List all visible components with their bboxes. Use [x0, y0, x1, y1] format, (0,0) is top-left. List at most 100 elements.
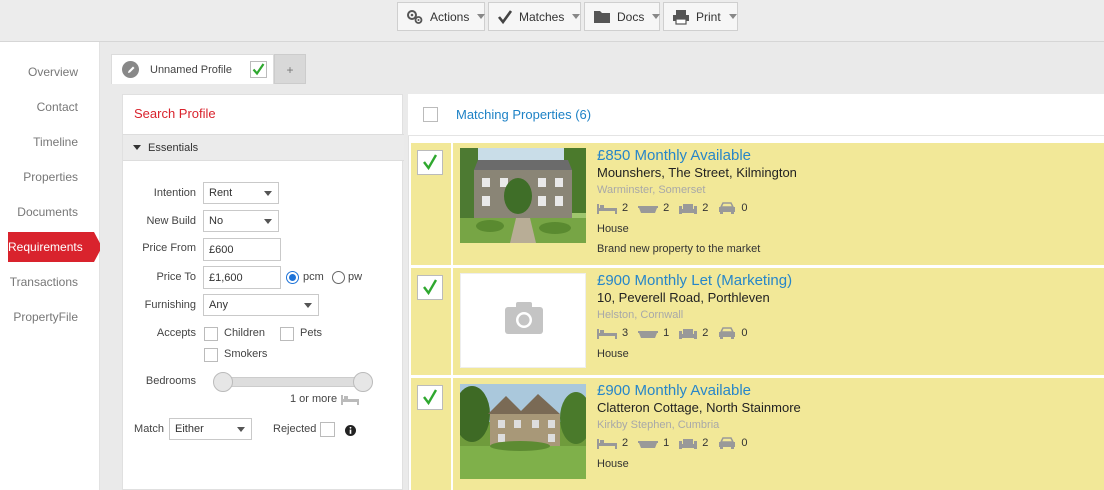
property-card-body: £850 Monthly Available Mounshers, The St… — [453, 143, 1104, 265]
property-location: Helston, Cornwall — [597, 309, 684, 321]
smokers-checkbox[interactable] — [204, 348, 218, 362]
sofa-icon — [679, 328, 698, 339]
bathrooms-stat: 1 — [638, 327, 669, 339]
property-description: Brand new property to the market — [597, 243, 761, 255]
parking-stat: 0 — [718, 437, 748, 449]
property-type: House — [597, 348, 629, 360]
essentials-section-header[interactable]: Essentials — [123, 134, 404, 161]
bath-icon — [638, 440, 659, 448]
matching-properties-header: Matching Properties (6) — [408, 94, 1104, 136]
property-photo[interactable] — [460, 148, 586, 243]
receptions-stat: 2 — [679, 437, 708, 449]
children-label: Children — [224, 327, 265, 339]
bathrooms-count: 2 — [663, 202, 670, 214]
parking-count: 0 — [741, 202, 748, 214]
pcm-radio[interactable] — [286, 271, 299, 284]
print-label: Print — [696, 9, 721, 24]
price-to-input[interactable]: £1,600 — [203, 266, 281, 289]
match-label: Match — [134, 423, 164, 435]
price-from-input[interactable]: £600 — [203, 238, 281, 261]
add-profile-tab[interactable]: + — [274, 54, 306, 84]
print-button[interactable]: Print — [663, 2, 738, 31]
matching-properties-title[interactable]: Matching Properties (6) — [456, 107, 591, 122]
card-check-cell — [411, 143, 451, 265]
property-select-checkbox[interactable] — [417, 385, 443, 410]
furnishing-value: Any — [209, 299, 228, 311]
chevron-down-icon — [652, 14, 661, 19]
receptions-count: 2 — [702, 437, 709, 449]
matches-button[interactable]: Matches — [488, 2, 581, 31]
actions-button[interactable]: Actions — [397, 2, 486, 31]
new-build-select[interactable]: No — [203, 210, 279, 232]
edit-icon[interactable] — [122, 61, 139, 78]
property-select-checkbox[interactable] — [417, 275, 443, 300]
checkmark-icon — [423, 279, 438, 296]
sidebar-item-requirements[interactable]: Requirements — [8, 232, 102, 262]
checkmark-icon — [423, 389, 438, 406]
info-icon[interactable] — [345, 425, 356, 439]
docs-button[interactable]: Docs — [584, 2, 661, 31]
chevron-down-icon — [304, 303, 312, 308]
card-check-cell — [411, 378, 451, 490]
bedrooms-stat: 3 — [597, 327, 628, 339]
bath-icon — [638, 330, 659, 338]
furnishing-select[interactable]: Any — [203, 294, 319, 316]
property-select-checkbox[interactable] — [417, 150, 443, 175]
property-price[interactable]: £900 Monthly Available — [597, 382, 751, 399]
essentials-label: Essentials — [148, 141, 199, 154]
profile-active-checkbox[interactable] — [249, 61, 267, 78]
children-checkbox[interactable] — [204, 327, 218, 341]
property-card[interactable]: £850 Monthly Available Mounshers, The St… — [411, 143, 1104, 265]
search-profile-panel: Search Profile Essentials — [122, 94, 404, 490]
sidebar-item-documents[interactable]: Documents — [0, 197, 100, 227]
property-stats: 2 1 2 0 — [597, 437, 758, 449]
bedrooms-stat: 2 — [597, 437, 628, 449]
docs-label: Docs — [617, 9, 645, 24]
property-card[interactable]: £900 Monthly Let (Marketing) 10, Peverel… — [411, 268, 1104, 375]
sidebar-item-contact[interactable]: Contact — [0, 92, 100, 122]
smokers-label: Smokers — [224, 348, 268, 360]
property-price[interactable]: £850 Monthly Available — [597, 147, 751, 164]
match-value: Either — [175, 423, 204, 435]
camera-icon — [505, 302, 543, 334]
property-location: Kirkby Stephen, Cumbria — [597, 419, 720, 431]
match-select[interactable]: Either — [169, 418, 252, 440]
sofa-icon — [679, 203, 698, 214]
printer-icon — [672, 8, 690, 26]
checkmark-icon — [497, 8, 513, 26]
property-photo-placeholder[interactable] — [460, 273, 586, 368]
select-all-checkbox[interactable] — [423, 107, 438, 122]
property-card-body: £900 Monthly Let (Marketing) 10, Peverel… — [453, 268, 1104, 375]
intention-select[interactable]: Rent — [203, 182, 279, 204]
bedrooms-slider-max-handle[interactable] — [353, 372, 373, 392]
chevron-down-icon — [728, 14, 737, 19]
car-icon — [719, 327, 736, 339]
sidebar-item-timeline[interactable]: Timeline — [0, 127, 100, 157]
bedrooms-slider-min-handle[interactable] — [213, 372, 233, 392]
rejected-checkbox[interactable] — [320, 422, 335, 437]
new-build-label: New Build — [146, 215, 196, 227]
parking-stat: 0 — [718, 327, 748, 339]
chevron-down-icon — [572, 14, 581, 19]
property-photo[interactable] — [460, 384, 586, 479]
bathrooms-count: 1 — [663, 437, 670, 449]
search-profile-title: Search Profile — [134, 106, 216, 121]
sidebar-item-transactions[interactable]: Transactions — [0, 267, 100, 297]
property-price[interactable]: £900 Monthly Let (Marketing) — [597, 272, 792, 289]
tab-unnamed-profile[interactable]: Unnamed Profile — [111, 54, 274, 84]
rejected-label: Rejected — [273, 423, 317, 435]
receptions-count: 2 — [702, 327, 709, 339]
sofa-icon — [679, 438, 698, 449]
checkmark-icon — [423, 154, 438, 171]
sidebar-item-properties[interactable]: Properties — [0, 162, 100, 192]
bath-icon — [638, 205, 659, 213]
sidebar-item-overview[interactable]: Overview — [0, 57, 100, 87]
new-build-value: No — [209, 215, 224, 227]
sidebar-item-propertyfile[interactable]: PropertyFile — [0, 302, 100, 332]
pets-checkbox[interactable] — [280, 327, 294, 341]
pw-radio[interactable] — [332, 271, 345, 284]
price-from-value: £600 — [209, 243, 234, 256]
property-card[interactable]: £900 Monthly Available Clatteron Cottage… — [411, 378, 1104, 490]
property-address: Clatteron Cottage, North Stainmore — [597, 400, 801, 415]
bedrooms-slider-track[interactable] — [225, 377, 364, 387]
